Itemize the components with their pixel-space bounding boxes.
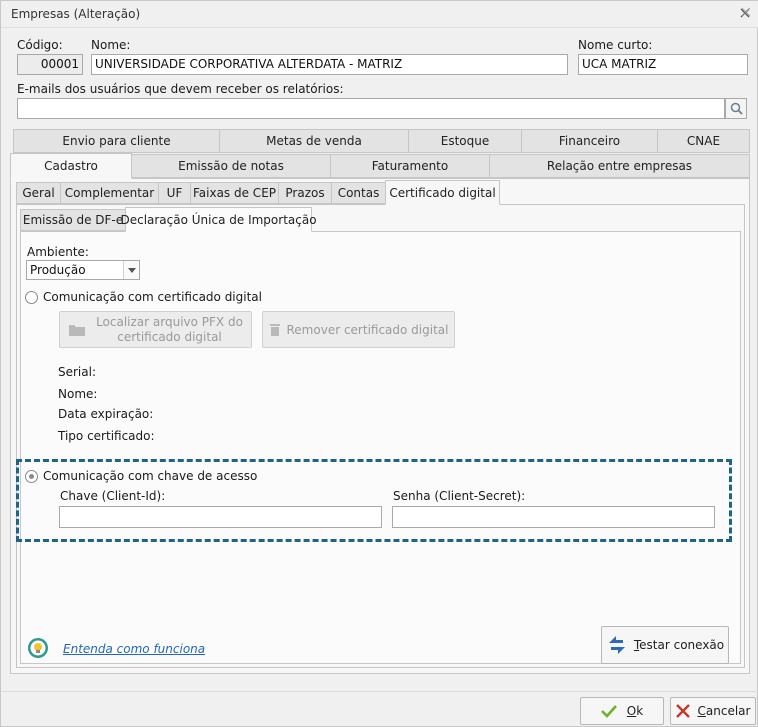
radio-chave-acesso[interactable]: [25, 470, 38, 483]
tab-metas-venda[interactable]: Metas de venda: [219, 129, 409, 153]
remover-label: Remover certificado digital: [286, 322, 449, 337]
folder-icon: [69, 324, 86, 336]
tab-cadastro[interactable]: Cadastro: [10, 153, 132, 179]
nome-label: Nome:: [91, 38, 131, 52]
senha-client-secret-field[interactable]: [392, 506, 715, 528]
cancel-x-icon: [675, 704, 690, 718]
tab-envio-cliente[interactable]: Envio para cliente: [13, 129, 220, 153]
data-expiracao-label: Data expiração:: [58, 407, 154, 421]
tab-relacao-empresas[interactable]: Relação entre empresas: [489, 154, 750, 178]
ambiente-value: Produção: [30, 263, 86, 277]
chave-label: Chave (Client-Id):: [60, 489, 166, 503]
tab-declaracao-importacao[interactable]: Declaração Única de Importação: [120, 207, 317, 232]
radio-chave-label: Comunicação com chave de acesso: [43, 469, 258, 483]
lightbulb-icon: [27, 637, 49, 659]
chevron-down-icon: [123, 261, 139, 279]
tab-estoque[interactable]: Estoque: [408, 129, 522, 153]
tab-cnae[interactable]: CNAE: [657, 129, 750, 153]
codigo-label: Código:: [17, 38, 63, 52]
cert-nome-label: Nome:: [58, 387, 98, 401]
cancel-rest: ancelar: [705, 704, 751, 718]
tab-prazos[interactable]: Prazos: [278, 182, 332, 204]
title-divider: [1, 27, 758, 28]
footer-divider: [1, 691, 758, 692]
localizar-line1: Localizar arquivo PFX do: [96, 314, 243, 329]
nome-curto-field[interactable]: UCA MATRIZ: [578, 54, 748, 75]
cancel-accel: C: [697, 704, 706, 718]
search-icon: [730, 102, 743, 115]
radio-certificado-label: Comunicação com certificado digital: [43, 290, 262, 304]
close-icon[interactable]: [737, 5, 753, 21]
tab-uf[interactable]: UF: [158, 182, 191, 204]
tab-certificado-digital[interactable]: Certificado digital: [385, 180, 500, 205]
ambiente-select[interactable]: Produção: [26, 260, 140, 280]
ok-rest: k: [636, 704, 644, 718]
sync-arrows-icon: [608, 636, 625, 654]
testar-conexao-button[interactable]: Testar conexão: [601, 626, 729, 664]
ok-accel: O: [626, 704, 637, 718]
ok-button[interactable]: Ok: [580, 697, 664, 725]
radio-certificado[interactable]: [25, 291, 38, 304]
codigo-field[interactable]: 00001: [17, 54, 83, 75]
tab-complementar[interactable]: Complementar: [60, 182, 159, 204]
tab-faixas-cep[interactable]: Faixas de CEP: [190, 182, 279, 204]
window-title: Empresas (Alteração): [11, 7, 141, 21]
emails-search-button[interactable]: [725, 98, 747, 119]
trash-icon: [269, 324, 280, 336]
remover-certificado-button[interactable]: Remover certificado digital: [262, 311, 455, 348]
emails-label: E-mails dos usuários que devem receber o…: [17, 82, 344, 96]
cancel-button[interactable]: Cancelar: [670, 697, 756, 725]
senha-label: Senha (Client-Secret):: [393, 489, 526, 503]
tab-emissao-dfe[interactable]: Emissão de DF-e: [20, 209, 126, 231]
emails-field[interactable]: [17, 98, 725, 119]
tab-geral[interactable]: Geral: [16, 182, 61, 204]
dialog-window: Empresas (Alteração) Código: 00001 Nome:…: [0, 0, 758, 727]
tab-emissao-notas[interactable]: Emissão de notas: [131, 154, 331, 178]
nome-curto-label: Nome curto:: [578, 38, 653, 52]
tab-faturamento[interactable]: Faturamento: [330, 154, 490, 178]
tipo-certificado-label: Tipo certificado:: [58, 429, 155, 443]
localizar-line2: certificado digital: [117, 329, 222, 344]
tab-contas[interactable]: Contas: [331, 182, 386, 204]
serial-label: Serial:: [58, 365, 96, 379]
title-bar: Empresas (Alteração): [1, 1, 758, 27]
nome-field[interactable]: UNIVERSIDADE CORPORATIVA ALTERDATA - MAT…: [91, 54, 568, 75]
tab-financeiro[interactable]: Financeiro: [521, 129, 658, 153]
localizar-pfx-button[interactable]: Localizar arquivo PFX do certificado dig…: [59, 311, 252, 348]
ambiente-label: Ambiente:: [27, 245, 89, 259]
testar-rest: estar conexão: [639, 638, 725, 652]
entenda-link[interactable]: Entenda como funciona: [63, 642, 205, 656]
check-icon: [600, 705, 617, 718]
chave-client-id-field[interactable]: [59, 506, 382, 528]
